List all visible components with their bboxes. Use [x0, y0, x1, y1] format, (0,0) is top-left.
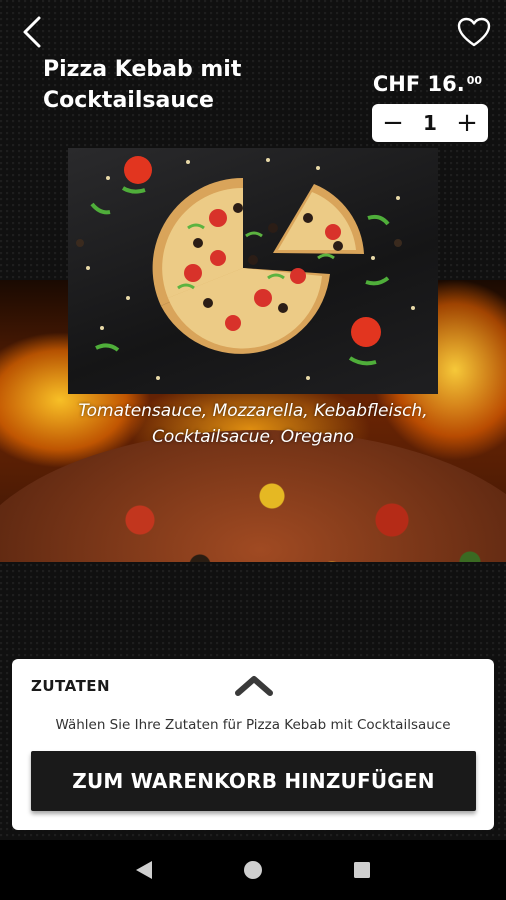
- back-button[interactable]: [14, 12, 50, 52]
- price-label: CHF 16. 00: [373, 72, 482, 96]
- expand-ingredients-button[interactable]: [230, 669, 278, 701]
- square-recents-icon: [353, 862, 370, 878]
- nav-home-button[interactable]: [233, 850, 273, 890]
- product-detail-screen: Pizza Kebab mit Cocktailsauce CHF 16. 00 …: [0, 0, 506, 840]
- price-cents: 00: [466, 74, 482, 87]
- price-main: CHF 16.: [372, 72, 465, 96]
- pizza-illustration: [76, 156, 415, 380]
- product-description: Tomatensauce, Mozzarella, Kebabfleisch, …: [78, 401, 428, 447]
- ingredients-sheet: ZUTATEN Wählen Sie Ihre Zutaten für Pizz…: [12, 659, 494, 830]
- ingredients-hint: Wählen Sie Ihre Zutaten für Pizza Kebab …: [55, 717, 451, 733]
- nav-recents-button[interactable]: [342, 850, 382, 890]
- triangle-back-icon: [136, 861, 153, 879]
- ingredients-title: ZUTATEN: [31, 677, 111, 695]
- add-to-cart-button[interactable]: ZUM WARENKORB HINZUFÜGEN: [31, 751, 476, 811]
- product-title: Pizza Kebab mit Cocktailsauce: [43, 57, 242, 113]
- circle-home-icon: [243, 861, 262, 879]
- decrease-quantity-button[interactable]: −: [382, 108, 404, 138]
- chevron-up-icon: [235, 676, 273, 696]
- nav-back-button[interactable]: [124, 850, 164, 890]
- quantity-stepper: − 1 +: [372, 104, 488, 142]
- favorite-button[interactable]: [454, 12, 494, 52]
- product-image: [68, 148, 438, 394]
- system-navigation-bar: [0, 840, 506, 900]
- increase-quantity-button[interactable]: +: [456, 108, 478, 138]
- chevron-left-icon: [23, 16, 41, 48]
- quantity-value: 1: [423, 111, 437, 135]
- heart-outline-icon: [457, 17, 491, 47]
